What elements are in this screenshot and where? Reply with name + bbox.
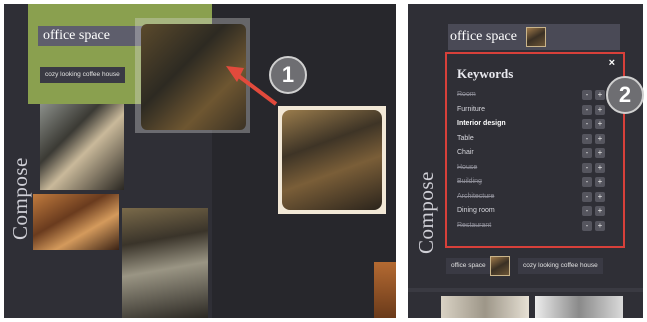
keyword-row: Interior design - + bbox=[457, 118, 607, 130]
keyword-minus-button[interactable]: - bbox=[582, 90, 592, 100]
keyword-minus-button[interactable]: - bbox=[582, 148, 592, 158]
keyword-minus-button[interactable]: - bbox=[582, 191, 592, 202]
keyword-label: Architecture bbox=[457, 192, 495, 200]
keyword-row: House - + bbox=[457, 162, 607, 174]
keyword-plus-button[interactable]: + bbox=[595, 177, 605, 187]
keyword-plus-button[interactable]: + bbox=[595, 162, 605, 173]
keyword-minus-button[interactable]: - bbox=[582, 220, 592, 231]
keyword-plus-button[interactable]: + bbox=[595, 220, 605, 231]
keyword-row: Architecture - + bbox=[457, 191, 607, 203]
keyword-label: House bbox=[457, 163, 478, 171]
keyword-plus-button[interactable]: + bbox=[595, 206, 605, 216]
keyword-row: Restaurant - + bbox=[457, 220, 607, 232]
keyword-label: Dining room bbox=[457, 207, 495, 214]
keyword-minus-button[interactable]: - bbox=[582, 206, 592, 216]
keyword-label: Table bbox=[457, 134, 474, 142]
keyword-minus-button[interactable]: - bbox=[582, 177, 592, 187]
search-title-box[interactable]: office space bbox=[448, 24, 620, 50]
keyword-plus-button[interactable]: + bbox=[595, 191, 605, 202]
keyword-plus-button[interactable]: + bbox=[595, 90, 605, 100]
keyword-row: Furniture - + bbox=[457, 104, 607, 116]
keyword-label: Restaurant bbox=[457, 221, 492, 229]
keyword-label: Furniture bbox=[457, 105, 486, 113]
keyword-label: Chair bbox=[457, 149, 474, 156]
keyword-plus-button[interactable]: + bbox=[595, 133, 605, 144]
search-thumbnail bbox=[526, 27, 546, 47]
keyword-minus-button[interactable]: - bbox=[582, 133, 592, 144]
keyword-label: Building bbox=[457, 178, 482, 185]
keyword-row: Chair - + bbox=[457, 147, 607, 159]
keyword-plus-button[interactable]: + bbox=[595, 148, 605, 158]
keyword-minus-button[interactable]: - bbox=[582, 162, 592, 173]
keyword-label: Room bbox=[457, 91, 476, 98]
close-icon[interactable]: × bbox=[609, 57, 615, 69]
arrow-icon bbox=[226, 66, 278, 106]
compose-label: Compose bbox=[414, 171, 438, 254]
keyword-plus-button[interactable]: + bbox=[595, 104, 605, 115]
left-screenshot-panel: office space cozy looking coffee house C… bbox=[4, 4, 396, 318]
keyword-row: Table - + bbox=[457, 133, 607, 145]
keyword-plus-button[interactable]: + bbox=[595, 119, 605, 129]
tag-chip-coffee[interactable]: cozy looking coffee house bbox=[518, 258, 603, 274]
keyword-row: Building - + bbox=[457, 176, 607, 188]
tag-thumbnail bbox=[490, 256, 510, 276]
step-badge: 1 bbox=[269, 56, 307, 94]
keywords-title: Keywords bbox=[457, 66, 514, 81]
photo-bottom-2[interactable] bbox=[535, 296, 623, 318]
search-title: office space bbox=[450, 29, 517, 44]
keyword-row: Room - + bbox=[457, 89, 607, 101]
keywords-panel: Keywords × Room - + Furniture - + Interior des… bbox=[445, 52, 625, 248]
keyword-minus-button[interactable]: - bbox=[582, 104, 592, 115]
keyword-label: Interior design bbox=[457, 120, 506, 127]
photo-bottom-1[interactable] bbox=[441, 296, 529, 318]
tag-label: office space bbox=[451, 262, 486, 269]
divider bbox=[408, 288, 643, 292]
step-badge: 2 bbox=[606, 76, 644, 114]
keyword-minus-button[interactable]: - bbox=[582, 119, 592, 129]
keyword-row: Dining room - + bbox=[457, 205, 607, 217]
